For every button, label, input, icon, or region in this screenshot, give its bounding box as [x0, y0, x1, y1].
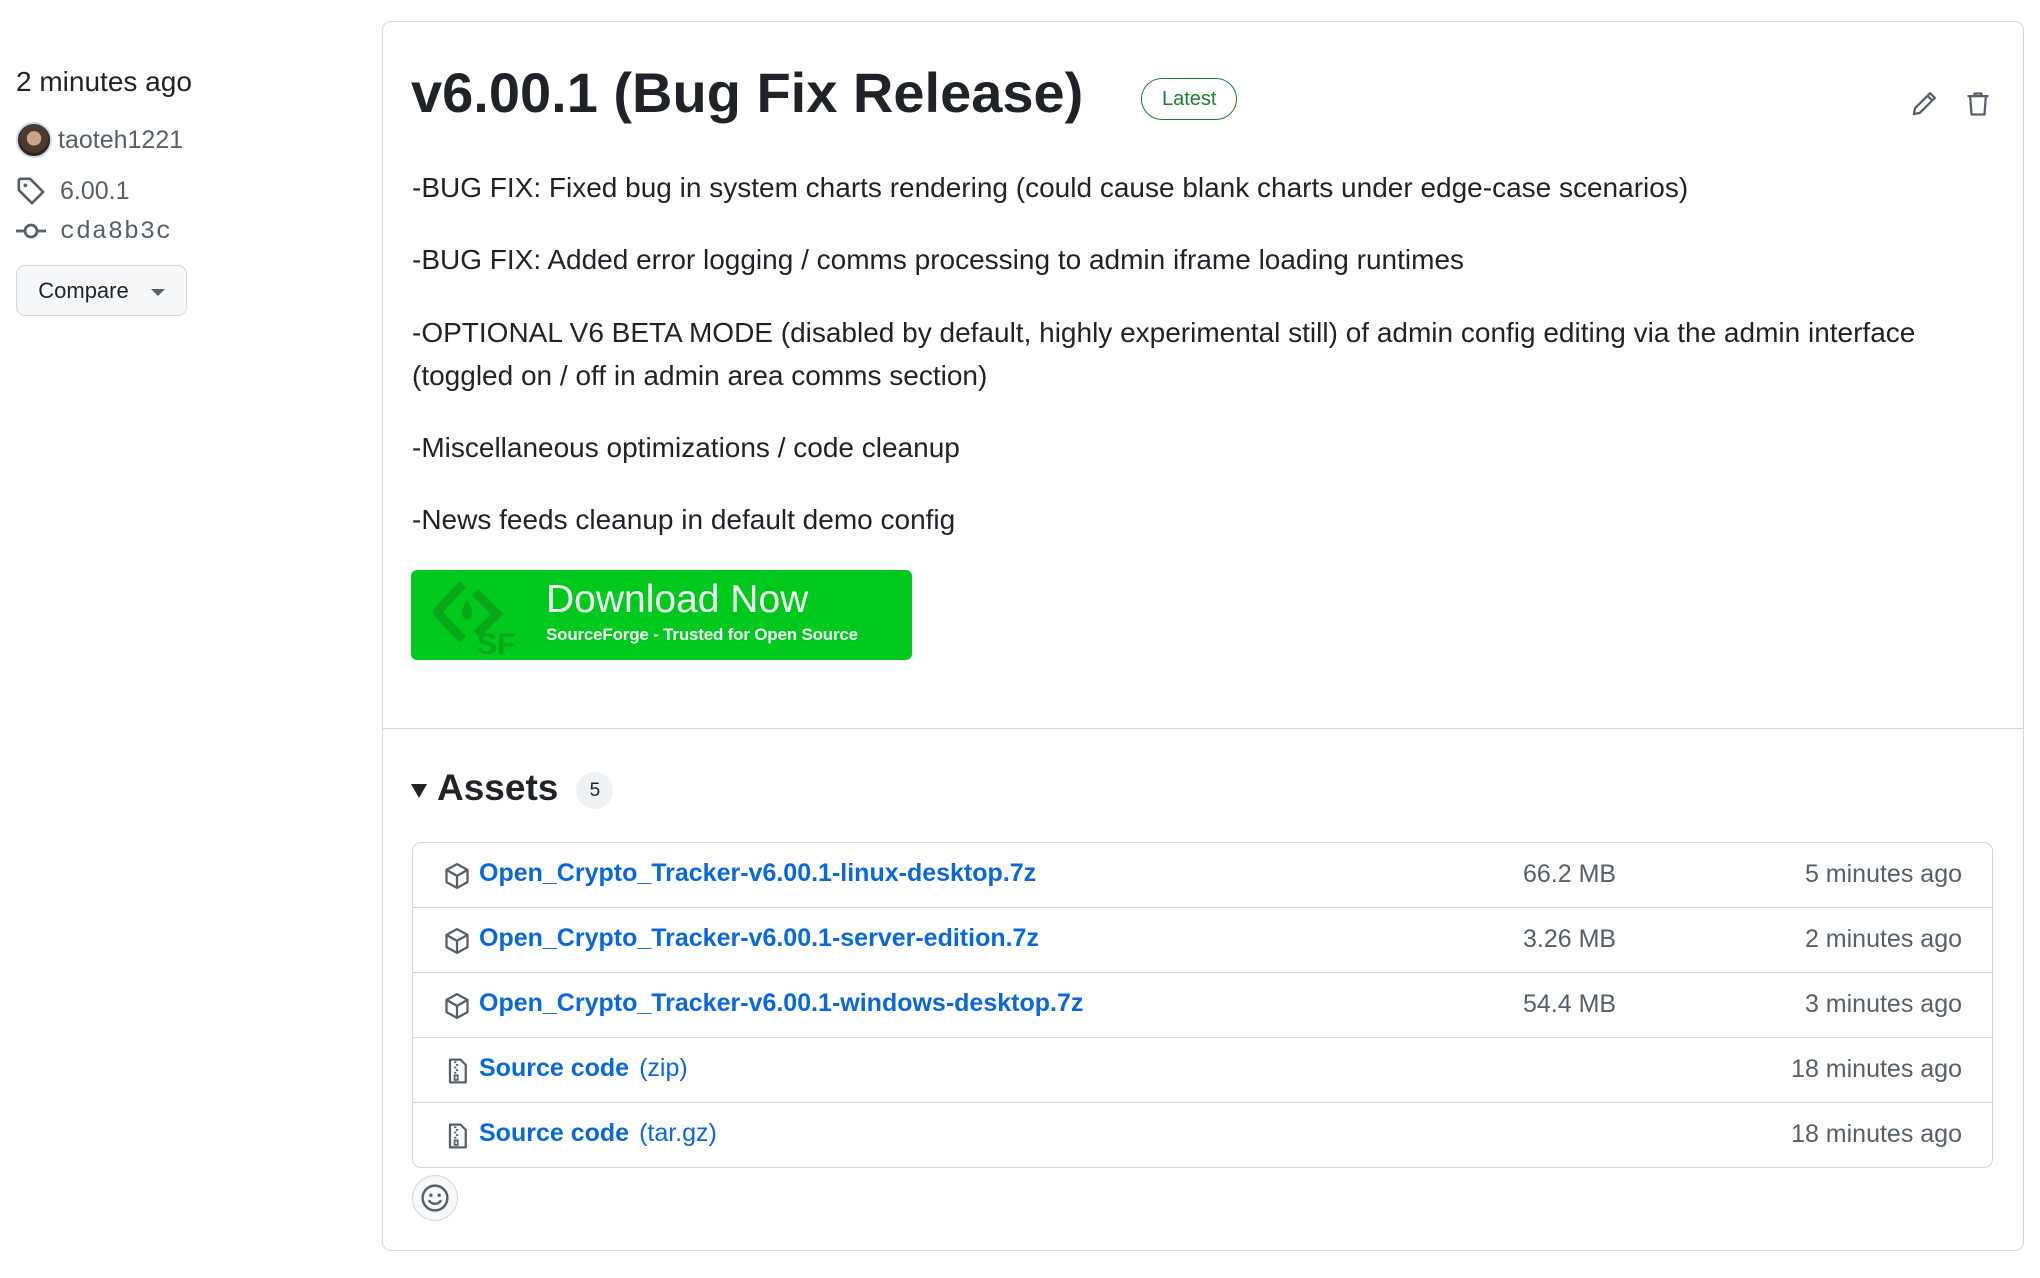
asset-row: Open_Crypto_Tracker-v6.00.1-windows-desk… [413, 973, 1992, 1038]
assets-list: Open_Crypto_Tracker-v6.00.1-linux-deskto… [412, 842, 1993, 1168]
latest-badge: Latest [1141, 78, 1238, 120]
asset-row: Open_Crypto_Tracker-v6.00.1-linux-deskto… [413, 843, 1992, 908]
release-note: -BUG FIX: Fixed bug in system charts ren… [412, 172, 1689, 203]
package-icon [445, 992, 469, 1020]
release-relative-time: 2 minutes ago [16, 66, 192, 97]
release-note: -OPTIONAL V6 BETA MODE (disabled by defa… [412, 317, 1916, 391]
release-author[interactable]: taoteh1221 [16, 122, 183, 158]
asset-link[interactable]: Open_Crypto_Tracker-v6.00.1-server-editi… [479, 924, 1039, 953]
asset-size: 3.26 MB [1523, 925, 1617, 953]
git-commit-icon [16, 223, 46, 239]
edit-release-button[interactable] [1906, 86, 1942, 122]
commit-sha[interactable]: cda8b3c [60, 217, 172, 246]
asset-size: 66.2 MB [1523, 860, 1617, 888]
author-name[interactable]: taoteh1221 [58, 126, 183, 155]
tag-label[interactable]: 6.00.1 [60, 177, 130, 206]
asset-row: Source code (tar.gz) 18 minutes ago [413, 1103, 1992, 1168]
triangle-down-icon [411, 783, 427, 798]
assets-count-badge: 5 [576, 772, 614, 809]
compare-button[interactable]: Compare [16, 265, 187, 316]
author-avatar[interactable] [16, 122, 52, 158]
asset-link[interactable]: Source code (tar.gz) [479, 1119, 717, 1148]
sourceforge-download-button[interactable]: SF Download Now SourceForge - Trusted fo… [411, 570, 912, 660]
asset-link[interactable]: Open_Crypto_Tracker-v6.00.1-windows-desk… [479, 989, 1083, 1018]
asset-time: 18 minutes ago [1791, 1055, 1962, 1083]
card-divider [383, 728, 2023, 729]
package-icon [445, 862, 469, 890]
svg-text:SF: SF [477, 628, 515, 656]
smiley-icon [421, 1184, 449, 1212]
release-title[interactable]: v6.00.1 (Bug Fix Release) [411, 60, 1083, 125]
file-zip-icon [448, 1123, 467, 1149]
sourceforge-logo-icon: SF [433, 580, 515, 656]
trash-icon [1967, 92, 1989, 116]
file-zip-icon [448, 1058, 467, 1084]
pencil-icon [1912, 92, 1936, 116]
assets-toggle[interactable]: Assets 5 [411, 766, 614, 809]
asset-row: Open_Crypto_Tracker-v6.00.1-server-editi… [413, 908, 1992, 973]
assets-title: Assets [437, 766, 559, 808]
asset-time: 2 minutes ago [1804, 925, 1962, 953]
asset-size: 54.4 MB [1523, 990, 1617, 1018]
release-note: -News feeds cleanup in default demo conf… [412, 504, 956, 535]
release-note: -BUG FIX: Added error logging / comms pr… [412, 244, 1465, 275]
package-icon [445, 927, 469, 955]
compare-label: Compare [38, 277, 129, 303]
release-commit[interactable]: cda8b3c [16, 216, 172, 246]
add-reaction-button[interactable] [412, 1175, 458, 1221]
tag-icon [17, 177, 45, 205]
asset-time: 18 minutes ago [1791, 1120, 1962, 1148]
delete-release-button[interactable] [1960, 86, 1996, 122]
asset-time: 5 minutes ago [1804, 860, 1962, 888]
download-now-label: Download Now [546, 578, 809, 621]
sourceforge-tagline: SourceForge - Trusted for Open Source [546, 625, 858, 644]
release-note: -Miscellaneous optimizations / code clea… [412, 432, 960, 463]
asset-link[interactable]: Open_Crypto_Tracker-v6.00.1-linux-deskto… [479, 859, 1036, 888]
asset-link[interactable]: Source code (zip) [479, 1054, 688, 1083]
chevron-down-icon [150, 289, 165, 296]
release-tag[interactable]: 6.00.1 [16, 176, 130, 206]
asset-time: 3 minutes ago [1804, 990, 1962, 1018]
asset-row: Source code (zip) 18 minutes ago [413, 1038, 1992, 1103]
